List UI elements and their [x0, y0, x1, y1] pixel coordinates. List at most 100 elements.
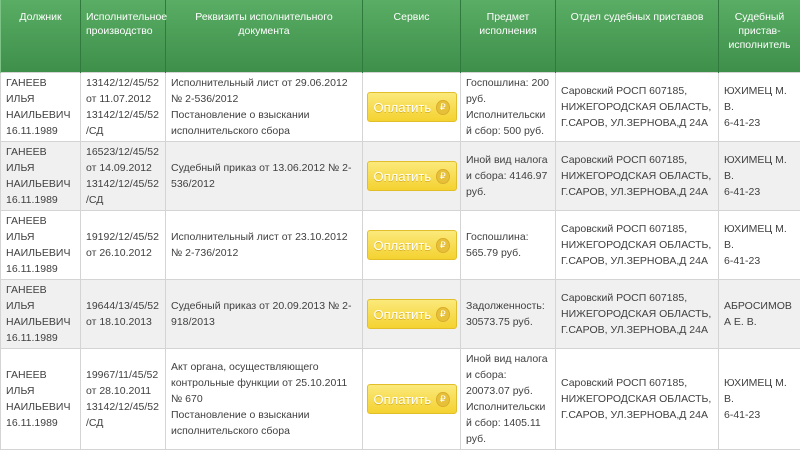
pay-button[interactable]: Оплатить ₽ — [367, 299, 457, 329]
header-service: Сервис — [363, 0, 461, 73]
bailiff-name: АБРОСИМОВА Е. В. — [724, 298, 795, 330]
pay-button-label: Оплатить — [374, 238, 432, 253]
ruble-icon: ₽ — [436, 169, 449, 184]
table-row: ГАНЕЕВ ИЛЬЯ НАИЛЬЕВИЧ 16.11.1989 13142/12… — [1, 73, 800, 142]
department-cell: Саровский РОСП 607185, НИЖЕГОРОДСКАЯ ОБЛ… — [556, 142, 719, 211]
document-extra: Постановление о взыскании исполнительско… — [171, 107, 357, 139]
pay-button-label: Оплатить — [374, 100, 432, 115]
subject-cell: Госпошлина: 565.79 руб. — [461, 211, 556, 280]
department-cell: Саровский РОСП 607185, НИЖЕГОРОДСКАЯ ОБЛ… — [556, 73, 719, 142]
subject-text: Госпошлина: 200 руб. Исполнительский сбо… — [466, 77, 549, 137]
proceeding-number: 16523/12/45/52 от 14.09.2012 13142/12/45… — [86, 146, 159, 206]
proceeding-cell: 19192/12/45/52 от 26.10.2012 — [81, 211, 166, 280]
table-row: ГАНЕЕВ ИЛЬЯ НАИЛЬЕВИЧ 16.11.1989 16523/12… — [1, 142, 800, 211]
department-cell: Саровский РОСП 607185, НИЖЕГОРОДСКАЯ ОБЛ… — [556, 349, 719, 450]
subject-cell: Задолженность: 30573.75 руб. — [461, 280, 556, 349]
header-proceeding: Исполнительное производство — [81, 0, 166, 73]
subject-text: Иной вид налога и сбора: 20073.07 руб. И… — [466, 353, 548, 445]
proceeding-number: 13142/12/45/52 от 11.07.2012 13142/12/45… — [86, 77, 159, 137]
debtor-cell: ГАНЕЕВ ИЛЬЯ НАИЛЬЕВИЧ 16.11.1989 — [1, 349, 81, 450]
document-cell: Исполнительный лист от 23.10.2012 № 2-73… — [166, 211, 363, 280]
pay-button[interactable]: Оплатить ₽ — [367, 161, 457, 191]
department-text: Саровский РОСП 607185, НИЖЕГОРОДСКАЯ ОБЛ… — [561, 154, 711, 198]
header-debtor: Должник — [1, 0, 81, 73]
service-cell: Оплатить ₽ — [363, 73, 461, 142]
bailiff-phone: 6-41-23 — [724, 184, 795, 200]
document-details: Исполнительный лист от 29.06.2012 № 2-53… — [171, 75, 357, 107]
debtor-cell: ГАНЕЕВ ИЛЬЯ НАИЛЬЕВИЧ 16.11.1989 — [1, 73, 81, 142]
department-text: Саровский РОСП 607185, НИЖЕГОРОДСКАЯ ОБЛ… — [561, 292, 711, 336]
service-cell: Оплатить ₽ — [363, 349, 461, 450]
table-body: ГАНЕЕВ ИЛЬЯ НАИЛЬЕВИЧ 16.11.1989 13142/12… — [1, 73, 800, 450]
bailiff-cell: ЮХИМЕЦ М. В.6-41-23 — [719, 349, 800, 450]
debtor-name: ГАНЕЕВ ИЛЬЯ НАИЛЬЕВИЧ 16.11.1989 — [6, 215, 70, 275]
table-header-row: Должник Исполнительное производство Рекв… — [1, 0, 800, 73]
service-cell: Оплатить ₽ — [363, 142, 461, 211]
proceeding-cell: 16523/12/45/52 от 14.09.2012 13142/12/45… — [81, 142, 166, 211]
proceeding-cell: 19644/13/45/52 от 18.10.2013 — [81, 280, 166, 349]
document-cell: Судебный приказ от 13.06.2012 № 2-536/20… — [166, 142, 363, 211]
debtor-name: ГАНЕЕВ ИЛЬЯ НАИЛЬЕВИЧ 16.11.1989 — [6, 284, 70, 344]
subject-cell: Иной вид налога и сбора: 20073.07 руб. И… — [461, 349, 556, 450]
service-cell: Оплатить ₽ — [363, 280, 461, 349]
bailiff-phone: 6-41-23 — [724, 407, 795, 423]
bailiff-name: ЮХИМЕЦ М. В. — [724, 375, 795, 407]
document-cell: Акт органа, осуществляющего контрольные … — [166, 349, 363, 450]
header-department: Отдел судебных приставов — [556, 0, 719, 73]
debtor-cell: ГАНЕЕВ ИЛЬЯ НАИЛЬЕВИЧ 16.11.1989 — [1, 211, 81, 280]
proceeding-cell: 13142/12/45/52 от 11.07.2012 13142/12/45… — [81, 73, 166, 142]
department-text: Саровский РОСП 607185, НИЖЕГОРОДСКАЯ ОБЛ… — [561, 223, 711, 267]
document-details: Судебный приказ от 13.06.2012 № 2-536/20… — [171, 160, 357, 192]
ruble-icon: ₽ — [436, 307, 449, 322]
document-cell: Исполнительный лист от 29.06.2012 № 2-53… — [166, 73, 363, 142]
pay-button-label: Оплатить — [374, 169, 432, 184]
department-text: Саровский РОСП 607185, НИЖЕГОРОДСКАЯ ОБЛ… — [561, 377, 711, 421]
header-bailiff: Судебный пристав-исполнитель — [719, 0, 800, 73]
subject-text: Задолженность: 30573.75 руб. — [466, 300, 545, 328]
ruble-icon: ₽ — [436, 238, 449, 253]
document-details: Судебный приказ от 20.09.2013 № 2-918/20… — [171, 298, 357, 330]
proceeding-number: 19644/13/45/52 от 18.10.2013 — [86, 300, 159, 328]
table-row: ГАНЕЕВ ИЛЬЯ НАИЛЬЕВИЧ 16.11.1989 19192/12… — [1, 211, 800, 280]
bailiff-cell: ЮХИМЕЦ М. В.6-41-23 — [719, 211, 800, 280]
pay-button-label: Оплатить — [374, 392, 432, 407]
table-row: ГАНЕЕВ ИЛЬЯ НАИЛЬЕВИЧ 16.11.1989 19644/13… — [1, 280, 800, 349]
pay-button[interactable]: Оплатить ₽ — [367, 92, 457, 122]
document-details: Акт органа, осуществляющего контрольные … — [171, 359, 357, 407]
subject-cell: Госпошлина: 200 руб. Исполнительский сбо… — [461, 73, 556, 142]
subject-cell: Иной вид налога и сбора: 4146.97 руб. — [461, 142, 556, 211]
bailiff-name: ЮХИМЕЦ М. В. — [724, 83, 795, 115]
document-cell: Судебный приказ от 20.09.2013 № 2-918/20… — [166, 280, 363, 349]
bailiff-phone: 6-41-23 — [724, 115, 795, 131]
subject-text: Иной вид налога и сбора: 4146.97 руб. — [466, 154, 548, 198]
debtor-cell: ГАНЕЕВ ИЛЬЯ НАИЛЬЕВИЧ 16.11.1989 — [1, 142, 81, 211]
bailiff-name: ЮХИМЕЦ М. В. — [724, 221, 795, 253]
document-details: Исполнительный лист от 23.10.2012 № 2-73… — [171, 229, 357, 261]
pay-button[interactable]: Оплатить ₽ — [367, 230, 457, 260]
pay-button[interactable]: Оплатить ₽ — [367, 384, 457, 414]
proceeding-number: 19967/11/45/52 от 28.10.2011 13142/12/45… — [86, 369, 159, 429]
ruble-icon: ₽ — [436, 100, 449, 115]
department-cell: Саровский РОСП 607185, НИЖЕГОРОДСКАЯ ОБЛ… — [556, 280, 719, 349]
bailiff-cell: ЮХИМЕЦ М. В.6-41-23 — [719, 142, 800, 211]
proceeding-cell: 19967/11/45/52 от 28.10.2011 13142/12/45… — [81, 349, 166, 450]
debtor-cell: ГАНЕЕВ ИЛЬЯ НАИЛЬЕВИЧ 16.11.1989 — [1, 280, 81, 349]
header-document: Реквизиты исполнительного документа — [166, 0, 363, 73]
service-cell: Оплатить ₽ — [363, 211, 461, 280]
bailiff-cell: ЮХИМЕЦ М. В.6-41-23 — [719, 73, 800, 142]
department-text: Саровский РОСП 607185, НИЖЕГОРОДСКАЯ ОБЛ… — [561, 85, 711, 129]
document-extra: Постановление о взыскании исполнительско… — [171, 407, 357, 439]
subject-text: Госпошлина: 565.79 руб. — [466, 231, 529, 259]
bailiff-phone: 6-41-23 — [724, 253, 795, 269]
debtor-name: ГАНЕЕВ ИЛЬЯ НАИЛЬЕВИЧ 16.11.1989 — [6, 146, 70, 206]
ruble-icon: ₽ — [436, 392, 449, 407]
department-cell: Саровский РОСП 607185, НИЖЕГОРОДСКАЯ ОБЛ… — [556, 211, 719, 280]
header-subject: Предмет исполнения — [461, 0, 556, 73]
pay-button-label: Оплатить — [374, 307, 432, 322]
table-row: ГАНЕЕВ ИЛЬЯ НАИЛЬЕВИЧ 16.11.1989 19967/11… — [1, 349, 800, 450]
proceeding-number: 19192/12/45/52 от 26.10.2012 — [86, 231, 159, 259]
bailiff-name: ЮХИМЕЦ М. В. — [724, 152, 795, 184]
debtor-name: ГАНЕЕВ ИЛЬЯ НАИЛЬЕВИЧ 16.11.1989 — [6, 77, 70, 137]
debtor-name: ГАНЕЕВ ИЛЬЯ НАИЛЬЕВИЧ 16.11.1989 — [6, 369, 70, 429]
bailiff-cell: АБРОСИМОВА Е. В. — [719, 280, 800, 349]
